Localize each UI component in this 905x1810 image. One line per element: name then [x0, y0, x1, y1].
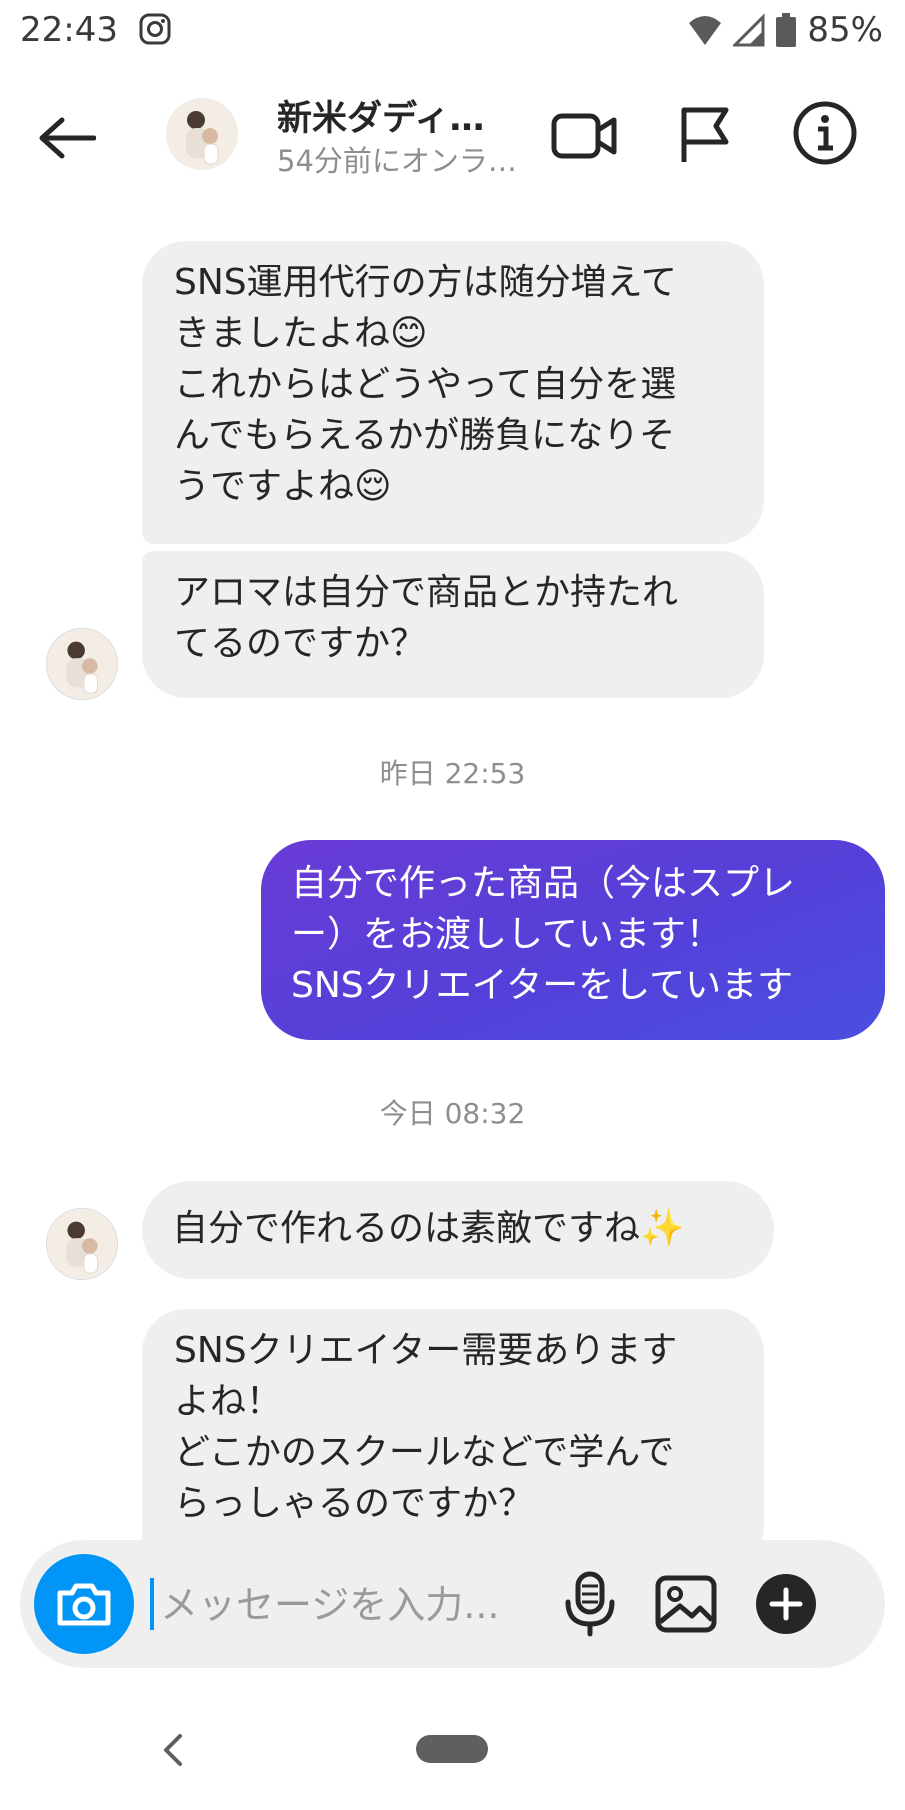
home-indicator[interactable]	[416, 1735, 488, 1763]
text-cursor	[150, 1578, 154, 1630]
camera-icon	[57, 1583, 111, 1626]
message-bubble-received[interactable]: 自分で作れるのは素敵ですね✨	[142, 1181, 774, 1279]
avatar-photo	[47, 1209, 117, 1279]
message-composer	[20, 1540, 885, 1668]
status-bar: 22:43 85%	[0, 0, 905, 62]
message-bubble-sent[interactable]: 自分で作った商品（今はスプレ ー）をお渡ししています！ SNSクリエイターをして…	[261, 840, 885, 1040]
battery-icon	[776, 13, 797, 47]
gallery-icon[interactable]	[654, 1572, 718, 1636]
message-bubble-received[interactable]: SNSクリエイター需要あります よね！ どこかのスクールなどで学んで らっしゃる…	[142, 1309, 764, 1569]
avatar-photo	[166, 98, 238, 170]
chat-header: 新米ダディ… 54分前にオンラ…	[0, 70, 905, 200]
arrow-left-icon	[39, 117, 96, 159]
sender-avatar[interactable]	[46, 1208, 118, 1280]
nav-back-icon[interactable]	[158, 1730, 188, 1770]
info-icon[interactable]	[792, 100, 858, 166]
signal-icon	[733, 13, 765, 47]
flag-icon[interactable]	[676, 104, 734, 166]
timestamp: 今日 08:32	[379, 1097, 526, 1130]
camera-button[interactable]	[34, 1554, 134, 1654]
message-input[interactable]	[158, 1568, 542, 1642]
sender-avatar[interactable]	[46, 628, 118, 700]
video-call-icon[interactable]	[550, 106, 620, 166]
instagram-icon	[139, 13, 171, 45]
battery-percent: 85%	[807, 10, 883, 50]
avatar-photo	[47, 629, 117, 699]
contact-status: 54分前にオンラ…	[277, 144, 517, 178]
contact-name[interactable]: 新米ダディ…	[277, 90, 485, 141]
status-icons: 85%	[687, 10, 883, 50]
microphone-icon[interactable]	[560, 1570, 620, 1638]
plus-icon[interactable]	[754, 1572, 818, 1636]
header-avatar[interactable]	[166, 98, 238, 170]
message-bubble-received[interactable]: アロマは自分で商品とか持たれ てるのですか？	[142, 551, 764, 698]
status-time: 22:43	[20, 10, 118, 50]
wifi-icon	[689, 16, 722, 45]
message-bubble-received[interactable]: SNS運用代行の方は随分増えて きましたよね😊 これからはどうやって自分を選 ん…	[142, 241, 764, 544]
timestamp: 昨日 22:53	[379, 757, 526, 790]
back-button[interactable]	[36, 110, 98, 166]
